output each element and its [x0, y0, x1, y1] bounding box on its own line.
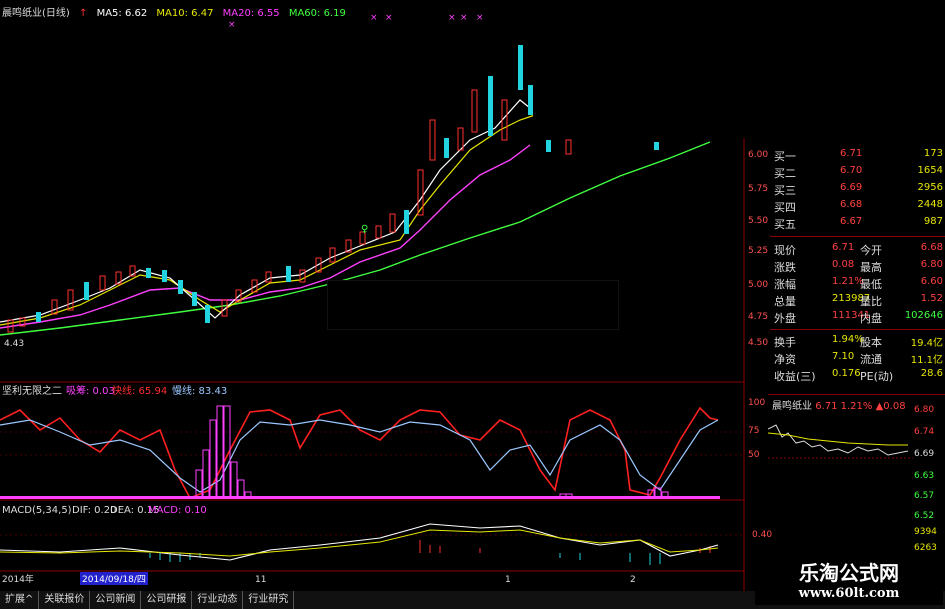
- tab-industry-research[interactable]: 行业研究: [243, 591, 295, 609]
- quote-row: 净资 7.10 流通 11.1亿: [774, 351, 943, 366]
- low-price-label: 4.43: [4, 339, 24, 349]
- tab-company-research[interactable]: 公司研报: [141, 591, 193, 609]
- quote-row: 总量 213987 量比 1.52: [774, 293, 943, 308]
- indicator-a: 吸筹: 0.03: [66, 384, 115, 397]
- quote-row: 涨跌 0.08 最高 6.80: [774, 259, 943, 274]
- mini-price-line: [768, 424, 909, 456]
- svg-text:×: ×: [370, 13, 378, 23]
- buy-signal-icon: ♀: [361, 224, 368, 235]
- bid-row[interactable]: 买四 6.68 2448: [770, 199, 945, 215]
- date-cursor: 2014/09/18/四: [82, 575, 146, 585]
- bid-row[interactable]: 买五 6.67 987: [770, 216, 945, 232]
- fast-line: [0, 406, 719, 500]
- svg-text:×: ×: [476, 13, 484, 23]
- quote-row: 涨幅 1.21% 最低 6.60: [774, 276, 943, 291]
- macd-title: MACD(5,34,5): [2, 505, 72, 516]
- bid-row[interactable]: 买一 6.71 173: [770, 148, 945, 164]
- quote-row: 外盘 111341 内盘 102646: [774, 310, 943, 325]
- tab-industry-news[interactable]: 行业动态: [192, 591, 244, 609]
- mini-avg-line: [768, 432, 908, 446]
- overlay-block-mid: [327, 280, 619, 330]
- slow-line: [0, 419, 719, 493]
- tab-related-quotes[interactable]: 关联报价: [39, 591, 91, 609]
- bid-row[interactable]: 买三 6.69 2956: [770, 182, 945, 198]
- indicator-b: 快线: 65.94: [112, 384, 167, 397]
- bid-row[interactable]: 买二 6.70 1654: [770, 165, 945, 181]
- date-m2: 1: [505, 575, 511, 585]
- svg-text:×: ×: [460, 13, 468, 23]
- quote-row: 换手 1.94% 股本 19.4亿: [774, 334, 943, 349]
- date-start: 2014年: [2, 573, 34, 585]
- accumulation-bars: [195, 405, 669, 499]
- quote-row: 收益(三) 0.176 PE(动) 28.6: [774, 368, 943, 383]
- mini-chart[interactable]: 晨鸣纸业 6.71 1.21% ▲0.08 6.80 6.74 6.69 6.6…: [768, 394, 945, 553]
- overlay-block-top: [533, 0, 945, 138]
- date-m1: 11: [255, 575, 266, 585]
- macd-dea-line: [0, 529, 719, 557]
- svg-text:×: ×: [385, 13, 393, 23]
- macd-histogram: [149, 540, 711, 565]
- tab-expand[interactable]: 扩展^: [0, 591, 40, 609]
- watermark: 乐淘公式网 www.60lt.com: [755, 553, 943, 605]
- indicator-baseline: [0, 496, 720, 499]
- svg-text:×: ×: [448, 13, 456, 23]
- date-m3: 2: [630, 575, 636, 585]
- signal-markers: × × × × × ×: [228, 13, 484, 30]
- indicator-c: 慢线: 83.43: [172, 384, 227, 397]
- quote-row: 现价 6.71 今开 6.68: [774, 242, 943, 257]
- tab-company-news[interactable]: 公司新闻: [90, 591, 142, 609]
- svg-text:×: ×: [228, 20, 236, 30]
- macd-value: MACD: 0.10: [148, 505, 207, 516]
- indicator-name: 坚利无限之二: [2, 384, 62, 397]
